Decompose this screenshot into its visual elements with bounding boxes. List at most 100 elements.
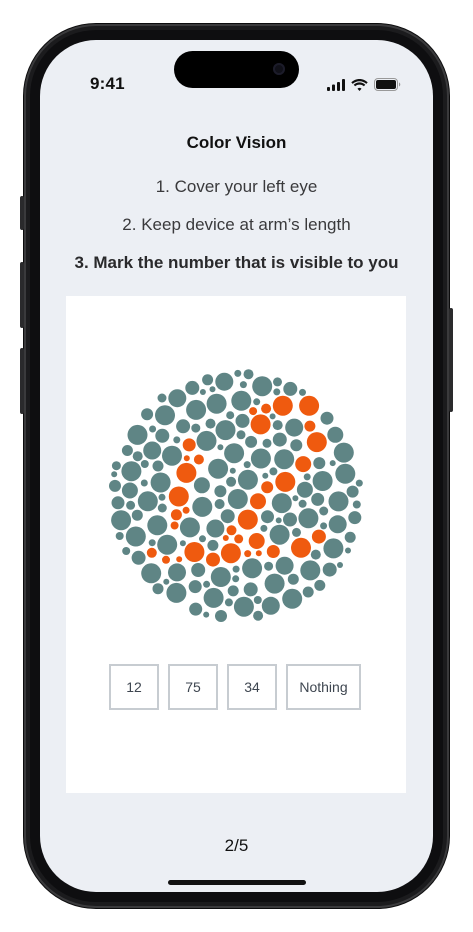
screen: 9:41 Color Vision 1. Cover your left eye… bbox=[40, 40, 433, 892]
plate-dot bbox=[168, 389, 187, 408]
plate-dot bbox=[189, 602, 203, 616]
plate-dot bbox=[233, 596, 254, 617]
plate-dot bbox=[322, 562, 337, 577]
plate-dot bbox=[232, 575, 240, 583]
plate-dot bbox=[215, 420, 236, 441]
plate-dot bbox=[296, 481, 313, 498]
wifi-icon bbox=[351, 78, 368, 91]
plate-dot bbox=[191, 563, 206, 577]
plate-dot bbox=[193, 477, 210, 494]
plate-dot bbox=[141, 408, 154, 421]
plate-dot bbox=[227, 489, 248, 509]
option-34-button[interactable]: 34 bbox=[227, 664, 277, 710]
plate-dot bbox=[215, 610, 227, 622]
plate-dot bbox=[179, 517, 200, 538]
plate-figure-dot bbox=[261, 403, 272, 414]
plate-dot bbox=[273, 377, 282, 387]
plate-dot bbox=[176, 419, 191, 434]
plate-dot bbox=[215, 372, 234, 391]
plate-dot bbox=[245, 435, 258, 448]
plate-dot bbox=[209, 386, 216, 393]
plate-dot bbox=[335, 463, 356, 484]
option-nothing-button[interactable]: Nothing bbox=[286, 664, 361, 710]
plate-dot bbox=[141, 563, 162, 584]
plate-dot bbox=[121, 482, 138, 499]
instruction-step-1: 1. Cover your left eye bbox=[155, 177, 318, 196]
option-12-button[interactable]: 12 bbox=[109, 664, 159, 710]
plate-figure-dot bbox=[146, 547, 157, 558]
plate-dot bbox=[327, 426, 344, 443]
plate-dot bbox=[285, 418, 304, 437]
plate-dot bbox=[264, 573, 285, 594]
plate-dot bbox=[131, 509, 143, 521]
answer-options: 12 75 34 Nothing bbox=[109, 664, 361, 710]
plate-dot bbox=[239, 381, 247, 389]
plate-dot bbox=[163, 578, 170, 585]
plate-dot bbox=[220, 509, 235, 524]
plate-dot bbox=[273, 388, 281, 396]
plate-dot bbox=[344, 531, 356, 543]
plate-figure-dot bbox=[295, 456, 312, 473]
plate-dot bbox=[224, 598, 233, 607]
plate-dot bbox=[269, 413, 276, 420]
plate-dot bbox=[320, 522, 328, 530]
plate-dot bbox=[137, 491, 158, 512]
plate-figure-dot bbox=[266, 545, 280, 558]
status-icons bbox=[327, 78, 401, 91]
progress-indicator: 2/5 bbox=[224, 836, 249, 855]
plate-dot bbox=[111, 510, 132, 531]
plate-figure-dot bbox=[291, 537, 311, 558]
plate-figure-dot bbox=[220, 543, 241, 564]
volume-down-button bbox=[20, 348, 24, 414]
plate-dot bbox=[355, 479, 363, 487]
plate-dot bbox=[234, 369, 242, 377]
plate-dot bbox=[115, 532, 124, 540]
plate-dot bbox=[243, 369, 254, 380]
plate-dot bbox=[313, 457, 326, 470]
plate-dot bbox=[262, 438, 272, 448]
plate-dot bbox=[217, 444, 224, 451]
plate-dot bbox=[203, 611, 210, 618]
plate-dot bbox=[152, 583, 164, 595]
instruction-step-3: 3. Mark the number that is visible to yo… bbox=[74, 253, 399, 272]
plate-dot bbox=[191, 423, 201, 433]
plate-dot bbox=[237, 469, 258, 490]
action-button bbox=[20, 196, 24, 230]
plate-dot bbox=[111, 471, 118, 478]
plate-dot bbox=[275, 556, 294, 575]
plate-dot bbox=[147, 515, 168, 536]
plate-figure-dot bbox=[206, 552, 220, 567]
plate-dot bbox=[109, 479, 121, 492]
power-button bbox=[449, 308, 453, 412]
plate-dot bbox=[155, 405, 175, 426]
plate-figure-dot bbox=[250, 414, 271, 435]
plate-dot bbox=[111, 496, 125, 510]
plate-dot bbox=[152, 460, 164, 472]
plate-dot bbox=[269, 467, 278, 476]
plate-dot bbox=[262, 472, 269, 479]
plate-dot bbox=[155, 428, 170, 443]
plate-figure-dot bbox=[311, 529, 326, 544]
plate-figure-dot bbox=[299, 395, 320, 416]
plate-dot bbox=[272, 432, 287, 447]
plate-dot bbox=[282, 588, 303, 609]
plate-dot bbox=[303, 473, 311, 481]
plate-dot bbox=[302, 586, 314, 598]
plate-dot bbox=[298, 508, 319, 529]
option-75-button[interactable]: 75 bbox=[168, 664, 218, 710]
plate-dot bbox=[157, 503, 167, 513]
home-indicator[interactable] bbox=[168, 880, 306, 885]
plate-dot bbox=[131, 550, 146, 565]
plate-figure-dot bbox=[234, 534, 244, 544]
plate-dot bbox=[260, 524, 268, 532]
plate-figure-dot bbox=[306, 432, 327, 453]
plate-dot bbox=[348, 511, 362, 525]
plate-dot bbox=[328, 491, 349, 512]
plate-figure-dot bbox=[176, 462, 197, 483]
plate-dot bbox=[269, 524, 290, 545]
plate-dot bbox=[346, 485, 359, 498]
plate-dot bbox=[328, 515, 347, 534]
ishihara-plate bbox=[109, 369, 363, 622]
plate-dot bbox=[199, 535, 206, 543]
plate-dot bbox=[205, 418, 216, 429]
